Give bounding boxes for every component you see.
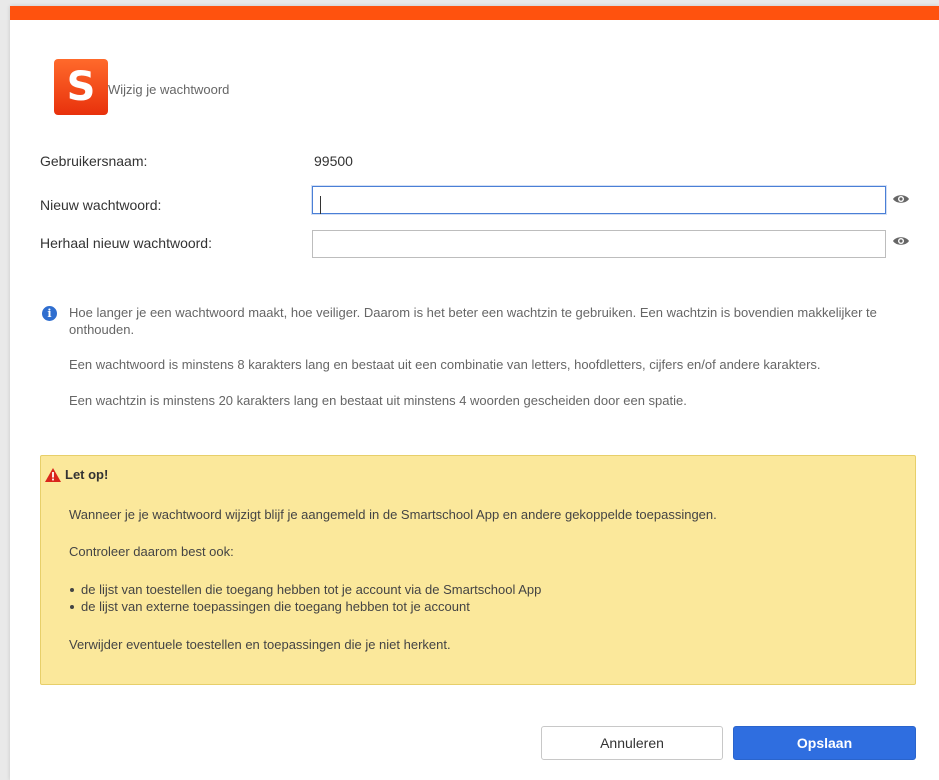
warning-text-2: Controleer daarom best ook: <box>69 544 234 559</box>
username-label: Gebruikersnaam: <box>40 153 148 169</box>
new-password-input[interactable] <box>312 186 886 214</box>
dialog-accent-bar <box>10 6 939 20</box>
new-password-label: Nieuw wachtwoord: <box>40 197 162 213</box>
warning-text-3: Verwijder eventuele toestellen en toepas… <box>69 637 451 652</box>
info-text-line1: Hoe langer je een wachtwoord maakt, hoe … <box>69 305 877 337</box>
cancel-button[interactable]: Annuleren <box>541 726 723 760</box>
logo-letter: S <box>66 64 96 110</box>
repeat-password-input[interactable] <box>312 230 886 258</box>
info-text-line2: Een wachtwoord is minstens 8 karakters l… <box>69 357 821 372</box>
warning-box: Let op! Wanneer je je wachtwoord wijzigt… <box>40 455 916 685</box>
change-password-dialog: S Wijzig je wachtwoord Gebruikersnaam: 9… <box>10 6 939 780</box>
warning-text-1: Wanneer je je wachtwoord wijzigt blijf j… <box>69 507 717 522</box>
username-value: 99500 <box>314 153 353 169</box>
save-button[interactable]: Opslaan <box>733 726 916 760</box>
show-repeat-password-eye-icon[interactable] <box>890 230 912 252</box>
info-icon: i <box>42 306 57 321</box>
repeat-password-label: Herhaal nieuw wachtwoord: <box>40 235 212 251</box>
warning-list-item: de lijst van toestellen die toegang hebb… <box>69 581 541 598</box>
show-new-password-eye-icon[interactable] <box>890 188 912 210</box>
text-caret <box>320 196 321 214</box>
warning-list-item: de lijst van externe toepassingen die to… <box>69 598 541 615</box>
info-text-line3: Een wachtzin is minstens 20 karakters la… <box>69 393 687 408</box>
dialog-title: Wijzig je wachtwoord <box>108 82 230 97</box>
warning-list: de lijst van toestellen die toegang hebb… <box>69 581 541 615</box>
warning-title: Let op! <box>65 467 109 482</box>
smartschool-logo: S <box>54 59 108 115</box>
warning-triangle-icon <box>45 468 61 482</box>
